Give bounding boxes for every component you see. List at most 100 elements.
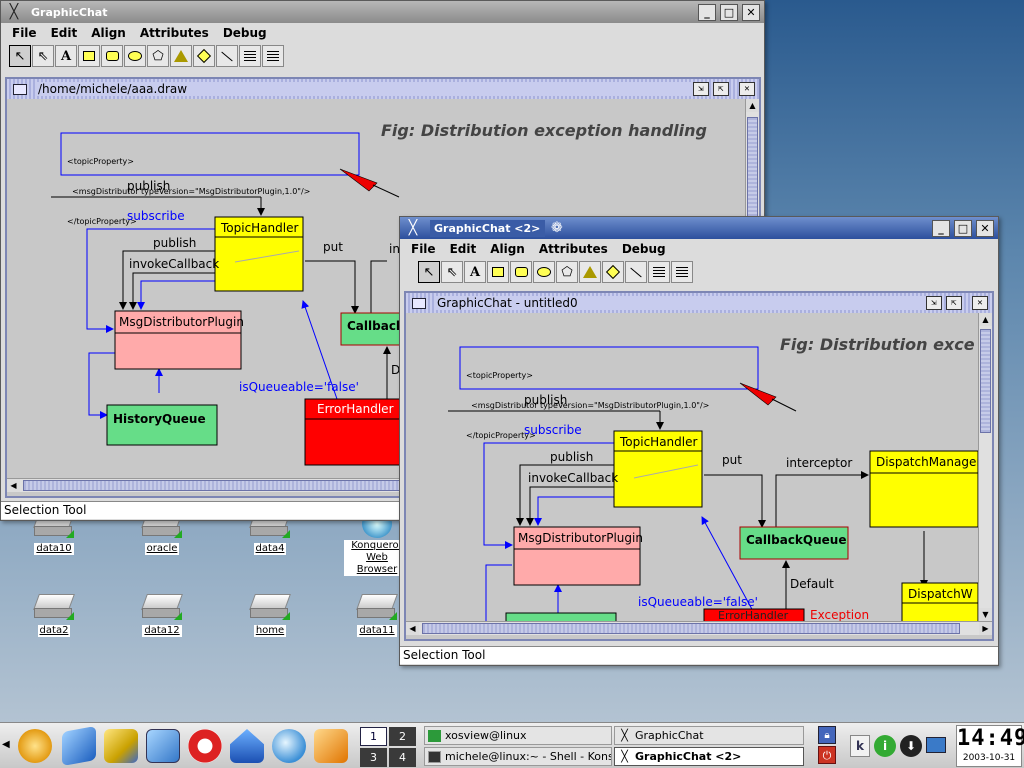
- menu-debug[interactable]: Debug: [615, 242, 673, 256]
- kde-k-icon[interactable]: k: [850, 735, 870, 757]
- menu-debug[interactable]: Debug: [216, 26, 274, 40]
- line-tool-button[interactable]: [625, 261, 647, 283]
- vertical-scroll-thumb[interactable]: [747, 117, 758, 217]
- selection-tool-button[interactable]: ↖: [418, 261, 440, 283]
- sticky-icon[interactable]: ❁: [551, 220, 932, 236]
- iconify-button[interactable]: ⇲: [693, 82, 709, 96]
- rectangle-tool-button[interactable]: [487, 261, 509, 283]
- pager-desktop-2[interactable]: 2: [389, 727, 416, 746]
- connector-tool-button[interactable]: [239, 45, 261, 67]
- maximize-inner-button[interactable]: ⇱: [946, 296, 962, 310]
- iconify-button[interactable]: ⇲: [926, 296, 942, 310]
- polygon-tool-button[interactable]: ⬠: [147, 45, 169, 67]
- direct-select-tool-button[interactable]: ⇖: [441, 261, 463, 283]
- diamond-tool-button[interactable]: [602, 261, 624, 283]
- minimize-button[interactable]: _: [698, 3, 716, 21]
- menu-edit[interactable]: Edit: [44, 26, 85, 40]
- konsole-small-icon: [428, 751, 441, 763]
- error-handler-label: ErrorHandler: [718, 609, 789, 621]
- close-button[interactable]: ✕: [742, 3, 760, 21]
- menu-file[interactable]: File: [404, 242, 443, 256]
- menu-align[interactable]: Align: [483, 242, 532, 256]
- publish-label: publish: [127, 179, 171, 193]
- scroll-down-button[interactable]: ▼: [979, 608, 992, 621]
- pager-desktop-4[interactable]: 4: [389, 748, 416, 767]
- window-titlebar[interactable]: ╳ GraphicChat _ □ ✕: [1, 1, 764, 23]
- rounded-rect-tool-button[interactable]: [510, 261, 532, 283]
- menu-align[interactable]: Align: [84, 26, 133, 40]
- office-icon[interactable]: [314, 729, 348, 763]
- rounded-rect-tool-button[interactable]: [101, 45, 123, 67]
- task-graphicchat-2[interactable]: ╳ GraphicChat <2>: [614, 747, 804, 766]
- inner-titlebar[interactable]: /home/michele/aaa.draw ⇲ ⇱ ✕: [7, 79, 759, 99]
- x-app-icon[interactable]: ╳: [5, 4, 23, 20]
- menu-file[interactable]: File: [5, 26, 44, 40]
- rectangle-tool-button[interactable]: [78, 45, 100, 67]
- scroll-up-button[interactable]: ▲: [746, 99, 759, 112]
- help-lifebuoy-icon[interactable]: [188, 729, 222, 763]
- subscribe-label: subscribe: [524, 423, 582, 437]
- inner-titlebar[interactable]: GraphicChat - untitled0 ⇲ ⇱ ✕: [406, 293, 992, 313]
- connector-tool-button[interactable]: [648, 261, 670, 283]
- scroll-up-button[interactable]: ▲: [979, 313, 992, 326]
- kde-panel: ◀ 1 2 3 4 xosview@linux ╳ GraphicChat mi…: [0, 722, 1024, 768]
- desktop-icon-data2[interactable]: data2: [11, 592, 97, 637]
- file-manager-icon[interactable]: [62, 726, 96, 766]
- elbow-connector-tool-button[interactable]: [262, 45, 284, 67]
- clock[interactable]: 14:49 2003-10-31: [956, 725, 1024, 767]
- task-graphicchat[interactable]: ╳ GraphicChat: [614, 726, 804, 745]
- polygon-tool-button[interactable]: ⬠: [556, 261, 578, 283]
- ellipse-tool-button[interactable]: [533, 261, 555, 283]
- ellipse-tool-button[interactable]: [124, 45, 146, 67]
- history-queue-box[interactable]: [505, 612, 617, 621]
- close-inner-button[interactable]: ✕: [739, 82, 755, 96]
- lock-screen-icon[interactable]: 🔒︎: [818, 726, 836, 744]
- kde-menu-gear-icon[interactable]: [18, 729, 52, 763]
- window-titlebar[interactable]: ╳ GraphicChat <2> ❁ _ □ ✕: [400, 217, 998, 239]
- topic-handler-label: TopicHandler: [620, 435, 698, 449]
- close-inner-button[interactable]: ✕: [972, 296, 988, 310]
- text-tool-button[interactable]: A: [55, 45, 77, 67]
- home-folder-icon[interactable]: [230, 729, 264, 763]
- download-icon[interactable]: ⬇: [900, 735, 922, 757]
- scroll-left-button[interactable]: ◀: [406, 622, 419, 635]
- menu-edit[interactable]: Edit: [443, 242, 484, 256]
- direct-select-tool-button[interactable]: ⇖: [32, 45, 54, 67]
- pager-desktop-3[interactable]: 3: [360, 748, 387, 767]
- horizontal-scroll-thumb[interactable]: [422, 623, 960, 634]
- scroll-left-button[interactable]: ◀: [7, 479, 20, 492]
- konsole-icon[interactable]: [104, 729, 138, 763]
- maximize-inner-button[interactable]: ⇱: [713, 82, 729, 96]
- control-center-icon[interactable]: [146, 729, 180, 763]
- task-xosview[interactable]: xosview@linux: [424, 726, 612, 745]
- desktop-icon-data12[interactable]: data12: [119, 592, 205, 637]
- minimize-button[interactable]: _: [932, 219, 950, 237]
- diamond-tool-button[interactable]: [193, 45, 215, 67]
- maximize-button[interactable]: □: [720, 3, 738, 21]
- vertical-scroll-thumb[interactable]: [980, 329, 991, 433]
- line-tool-button[interactable]: [216, 45, 238, 67]
- horizontal-scrollbar[interactable]: ◀ ▶: [406, 621, 992, 635]
- info-icon[interactable]: i: [874, 735, 896, 757]
- konqueror-globe-icon[interactable]: [272, 729, 306, 763]
- maximize-button[interactable]: □: [954, 219, 972, 237]
- pager-desktop-1[interactable]: 1: [360, 727, 387, 746]
- panel-hide-left-arrow[interactable]: ◀: [2, 739, 10, 750]
- x-app-icon[interactable]: ╳: [404, 220, 422, 236]
- scroll-right-button[interactable]: ▶: [979, 622, 992, 635]
- triangle-tool-button[interactable]: [170, 45, 192, 67]
- drawing-canvas[interactable]: Fig: Distribution exce <topicProperty> <…: [406, 313, 978, 621]
- vertical-scrollbar[interactable]: ▲ ▼: [978, 313, 992, 621]
- horizontal-scroll-thumb[interactable]: [23, 480, 403, 491]
- menu-attributes[interactable]: Attributes: [532, 242, 615, 256]
- text-tool-button[interactable]: A: [464, 261, 486, 283]
- task-konsole[interactable]: michele@linux:~ - Shell - Konsole: [424, 747, 612, 766]
- desktop-icon-home[interactable]: home: [227, 592, 313, 637]
- close-button[interactable]: ✕: [976, 219, 994, 237]
- menu-attributes[interactable]: Attributes: [133, 26, 216, 40]
- elbow-connector-tool-button[interactable]: [671, 261, 693, 283]
- monitor-icon[interactable]: [926, 737, 946, 753]
- logout-icon[interactable]: ⏻: [818, 746, 836, 764]
- selection-tool-button[interactable]: ↖: [9, 45, 31, 67]
- triangle-tool-button[interactable]: [579, 261, 601, 283]
